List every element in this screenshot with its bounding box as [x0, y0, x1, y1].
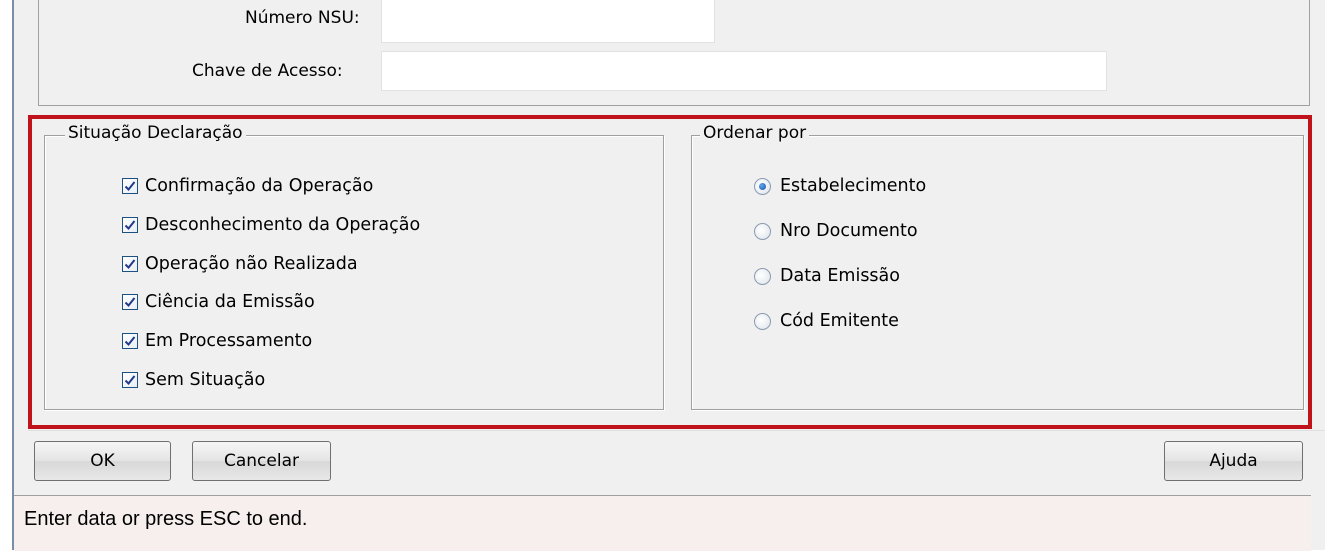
status-message: Enter data or press ESC to end.	[24, 508, 308, 530]
checkbox[interactable]	[122, 372, 138, 388]
checkbox[interactable]	[122, 216, 138, 233]
radio-button[interactable]	[754, 177, 771, 195]
checkbox-label: Ciência da Emissão	[145, 292, 315, 313]
checkbox-label: Operação não Realizada	[145, 253, 358, 274]
situacao-checkbox-row[interactable]: Em Processamento	[122, 331, 312, 351]
radio-label: Cód Emitente	[780, 311, 899, 331]
ordenar-radio-row[interactable]: Nro Documento	[754, 221, 918, 241]
checkbox-label: Confirmação da Operação	[145, 176, 374, 196]
checkbox[interactable]	[122, 333, 138, 350]
radio-button[interactable]	[754, 222, 771, 240]
button-bar-divider	[28, 430, 1325, 431]
radio-button[interactable]	[754, 312, 771, 330]
status-bar: Enter data or press ESC to end.	[14, 495, 1311, 551]
checkbox[interactable]	[122, 178, 138, 194]
nsu-label: Número NSU:	[245, 8, 360, 28]
situacao-checkbox-row[interactable]: Operação não Realizada	[122, 254, 358, 274]
radio-label: Data Emissão	[780, 266, 900, 286]
check-mark-icon	[124, 336, 136, 347]
help-button[interactable]: Ajuda	[1164, 441, 1303, 481]
situacao-checkbox-row[interactable]: Confirmação da Operação	[122, 176, 373, 196]
radio-label: Nro Documento	[780, 221, 918, 241]
checkbox-label: Desconhecimento da Operação	[145, 214, 421, 235]
situacao-checkbox-row[interactable]: Sem Situação	[122, 370, 265, 390]
checkbox[interactable]	[122, 294, 138, 311]
ordenar-group-title: Ordenar por	[700, 123, 810, 143]
ordenar-radio-row[interactable]: Estabelecimento	[754, 176, 926, 196]
chave-acesso-input[interactable]	[381, 51, 1107, 91]
check-mark-icon	[124, 258, 136, 269]
check-mark-icon	[124, 297, 136, 308]
checkbox-label: Sem Situação	[145, 370, 266, 390]
check-mark-icon	[124, 220, 136, 230]
radio-button[interactable]	[754, 267, 771, 285]
ok-button[interactable]: OK	[34, 441, 171, 481]
nsu-input[interactable]	[381, 0, 715, 43]
cancel-button[interactable]: Cancelar	[192, 441, 331, 481]
filter-fields-panel: Número NSU: Chave de Acesso:	[38, 0, 1310, 106]
chave-acesso-label: Chave de Acesso:	[192, 61, 343, 81]
radio-label: Estabelecimento	[780, 176, 927, 196]
situacao-checkbox-row[interactable]: Desconhecimento da Operação	[122, 215, 420, 235]
ordenar-radio-row[interactable]: Cód Emitente	[754, 311, 899, 331]
checkbox-label: Em Processamento	[145, 331, 313, 352]
dialog-window: Número NSU: Chave de Acesso: Situação De…	[12, 0, 1325, 551]
check-mark-icon	[124, 375, 136, 385]
situacao-checkbox-row[interactable]: Ciência da Emissão	[122, 292, 315, 312]
situacao-group-title: Situação Declaração	[65, 123, 246, 143]
checkbox[interactable]	[122, 255, 138, 272]
check-mark-icon	[124, 181, 136, 191]
ordenar-radio-row[interactable]: Data Emissão	[754, 266, 900, 286]
